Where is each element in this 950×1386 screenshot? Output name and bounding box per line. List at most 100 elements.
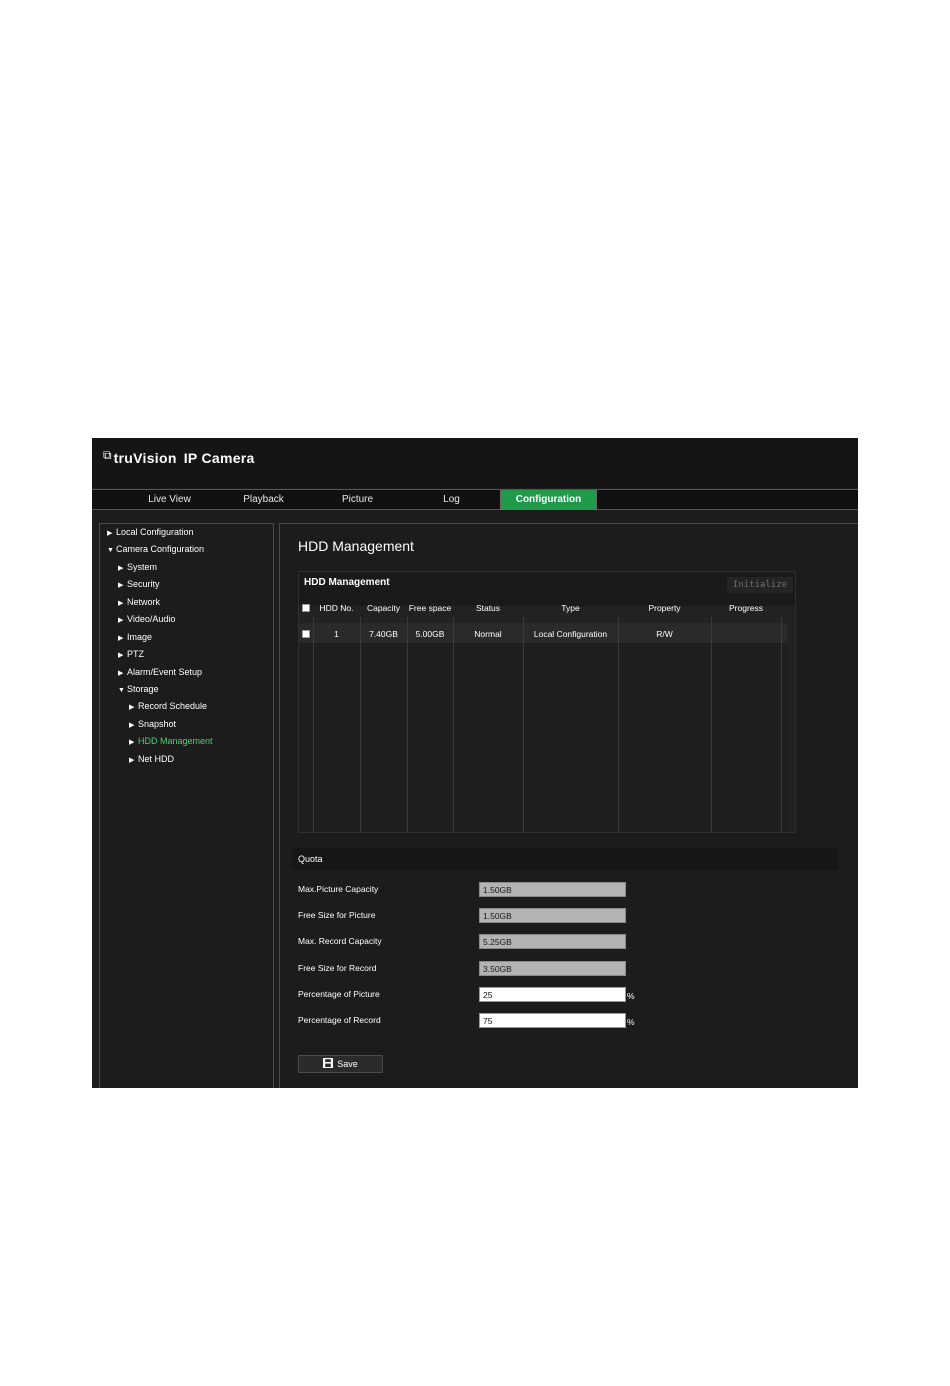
expand-arrow-icon: ▶ [118, 670, 124, 677]
sidebar-item-label: Security [127, 579, 160, 589]
hdd-management-panel: HDD Management Initialize HDD No. Capaci… [298, 571, 796, 833]
sidebar-item-video-audio[interactable]: ▶ Video/Audio [118, 612, 175, 626]
hdd-table: HDD No. Capacity Free space Status Type … [299, 599, 787, 832]
select-all-checkbox[interactable] [302, 604, 310, 612]
collapse-arrow-icon: ▼ [118, 687, 125, 694]
free-size-picture-field: 1.50GB [479, 908, 626, 923]
max-picture-capacity-field: 1.50GB [479, 882, 626, 897]
percentage-picture-input[interactable]: 25 [479, 987, 626, 1002]
sidebar-item-label: PTZ [127, 649, 144, 659]
column-header-progress: Progress [728, 603, 763, 613]
free-size-picture-label: Free Size for Picture [298, 910, 376, 920]
cell-free-space: 5.00GB [415, 629, 445, 639]
cell-progress [711, 626, 781, 642]
main-content: HDD Management HDD Management Initialize… [279, 523, 858, 1088]
column-divider [360, 617, 361, 832]
logo-mark-icon: ⧉ [103, 447, 112, 462]
sidebar-item-alarm-event-setup[interactable]: ▶ Alarm/Event Setup [118, 665, 202, 679]
column-divider [711, 617, 712, 832]
sidebar-item-label: HDD Management [138, 736, 213, 746]
tab-live-view[interactable]: Live View [122, 490, 217, 510]
column-header-status: Status [475, 603, 501, 613]
sidebar-item-label: Alarm/Event Setup [127, 667, 203, 677]
sidebar-item-local-configuration[interactable]: ▶ Local Configuration [107, 525, 194, 539]
logo: ⧉ truVision IP Camera [103, 447, 255, 467]
camera-web-ui: ⧉ truVision IP Camera Live View Playback… [92, 438, 858, 1088]
hdd-table-body [299, 643, 787, 832]
cell-capacity: 7.40GB [369, 629, 398, 639]
sidebar-item-hdd-management[interactable]: ▶ HDD Management [129, 734, 213, 748]
expand-arrow-icon: ▶ [118, 565, 124, 572]
save-button-label: Save [337, 1059, 358, 1069]
column-divider [523, 617, 524, 832]
row-checkbox[interactable] [302, 630, 310, 638]
tab-configuration[interactable]: Configuration [500, 490, 597, 510]
expand-arrow-icon: ▶ [129, 722, 135, 729]
page-title: HDD Management [298, 538, 414, 554]
sidebar-item-storage[interactable]: ▼ Storage [118, 682, 159, 696]
column-divider [313, 617, 314, 832]
cell-property: R/W [656, 629, 673, 639]
sidebar-item-label: Net HDD [138, 754, 175, 764]
percentage-picture-label: Percentage of Picture [298, 989, 380, 999]
column-header-free-space: Free space [408, 603, 452, 613]
cell-hdd-no: 1 [334, 629, 339, 639]
sidebar-item-label: Local Configuration [116, 527, 194, 537]
column-header-property: Property [648, 603, 681, 613]
sidebar-item-network[interactable]: ▶ Network [118, 595, 160, 609]
percentage-record-unit: % [627, 1017, 635, 1027]
sidebar-item-record-schedule[interactable]: ▶ Record Schedule [129, 699, 207, 713]
percentage-picture-unit: % [627, 991, 635, 1001]
save-button[interactable]: Save [298, 1055, 383, 1073]
sidebar-item-security[interactable]: ▶ Security [118, 577, 160, 591]
sidebar-item-system[interactable]: ▶ System [118, 560, 157, 574]
column-divider [407, 617, 408, 832]
sidebar-item-label: Camera Configuration [116, 544, 205, 554]
cell-status: Normal [474, 629, 502, 639]
expand-arrow-icon: ▶ [129, 739, 135, 746]
expand-arrow-icon: ▶ [118, 600, 124, 607]
sidebar-item-ptz[interactable]: ▶ PTZ [118, 647, 144, 661]
sidebar-item-label: Record Schedule [138, 701, 208, 711]
max-record-capacity-field: 5.25GB [479, 934, 626, 949]
free-size-record-label: Free Size for Record [298, 963, 377, 973]
top-nav: Live View Playback Picture Log Configura… [92, 489, 858, 510]
free-size-record-field: 3.50GB [479, 961, 626, 976]
quota-section-header: Quota [292, 848, 838, 870]
sidebar-item-image[interactable]: ▶ Image [118, 630, 152, 644]
sidebar-item-camera-configuration[interactable]: ▼ Camera Configuration [107, 542, 204, 556]
percentage-record-label: Percentage of Record [298, 1015, 381, 1025]
save-icon [323, 1057, 334, 1073]
quota-title: Quota [298, 854, 323, 864]
expand-arrow-icon: ▶ [129, 757, 135, 764]
app-header: ⧉ truVision IP Camera [92, 438, 858, 488]
column-header-type: Type [561, 603, 580, 613]
sidebar-item-snapshot[interactable]: ▶ Snapshot [129, 717, 176, 731]
sidebar-item-label: Storage [127, 684, 159, 694]
initialize-button[interactable]: Initialize [727, 577, 793, 593]
column-header-capacity: Capacity [366, 603, 401, 613]
tab-playback[interactable]: Playback [216, 490, 311, 510]
sidebar-item-label: Image [127, 632, 153, 642]
logo-product: IP Camera [183, 450, 255, 466]
expand-arrow-icon: ▶ [118, 617, 124, 624]
sidebar-tree: ▶ Local Configuration ▼ Camera Configurati… [99, 523, 274, 1088]
logo-brand: truVision [113, 450, 177, 466]
cell-type: Local Configuration [533, 629, 608, 639]
sidebar-item-net-hdd[interactable]: ▶ Net HDD [129, 752, 174, 766]
expand-arrow-icon: ▶ [129, 704, 135, 711]
column-header-hdd-no: HDD No. [319, 603, 354, 613]
max-record-capacity-label: Max. Record Capacity [298, 936, 382, 946]
column-divider [453, 617, 454, 832]
tab-log[interactable]: Log [404, 490, 499, 510]
collapse-arrow-icon: ▼ [107, 547, 114, 554]
expand-arrow-icon: ▶ [118, 635, 124, 642]
max-picture-capacity-label: Max.Picture Capacity [298, 884, 379, 894]
expand-arrow-icon: ▶ [107, 530, 113, 537]
percentage-record-input[interactable]: 75 [479, 1013, 626, 1028]
tab-picture[interactable]: Picture [310, 490, 405, 510]
expand-arrow-icon: ▶ [118, 652, 124, 659]
sidebar-item-label: Snapshot [138, 719, 177, 729]
expand-arrow-icon: ▶ [118, 582, 124, 589]
column-divider [618, 617, 619, 832]
